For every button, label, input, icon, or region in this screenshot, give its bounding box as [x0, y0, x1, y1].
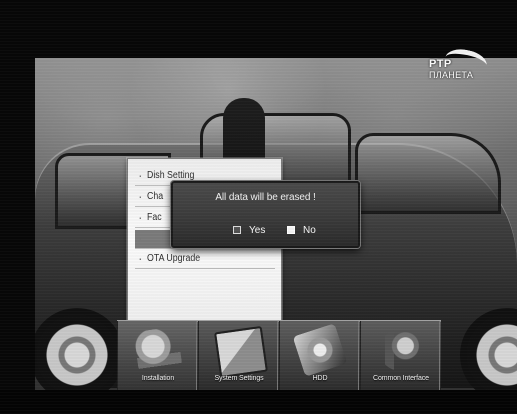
menu-item-label: OTA Upgrade	[147, 253, 201, 264]
channel-logo: РТР ПЛАНЕТА	[427, 45, 493, 92]
main-menu-label: Common Interface	[373, 375, 429, 382]
car-window	[355, 133, 501, 214]
channel-logo-line-2: ПЛАНЕТА	[429, 70, 474, 80]
hdd-icon	[292, 323, 348, 377]
bottom-black-bar	[0, 390, 517, 414]
main-menu-hdd[interactable]: HDD	[279, 321, 359, 393]
tv-screen: РТР ПЛАНЕТА Dish Setting Cha Fac OTA Upg…	[0, 0, 517, 414]
menu-item-label: Cha	[147, 191, 164, 202]
system-settings-icon	[214, 325, 268, 379]
no-option-label: No	[303, 224, 316, 236]
main-menu-bar: Installation System Settings HDD Common …	[117, 320, 441, 393]
installation-icon	[133, 326, 183, 374]
menu-item-label: Fac	[147, 212, 162, 223]
menu-item-ota-upgrade[interactable]: OTA Upgrade	[135, 250, 275, 269]
main-menu-label: Installation	[141, 375, 175, 382]
confirmation-dialog: All data will be erased ! Yes No	[171, 181, 360, 248]
main-menu-label: System Settings	[214, 375, 264, 382]
main-menu-common-interface[interactable]: Common Interface	[360, 321, 440, 393]
checked-radio-icon	[287, 226, 295, 234]
common-interface-icon	[379, 329, 423, 371]
unchecked-radio-icon	[233, 226, 241, 234]
main-menu-system-settings[interactable]: System Settings	[198, 321, 278, 393]
channel-logo-line-1: РТР	[429, 58, 452, 70]
yes-option-label: Yes	[249, 224, 266, 236]
main-menu-installation[interactable]: Installation	[117, 321, 197, 393]
dialog-message: All data will be erased !	[215, 192, 316, 203]
main-menu-label: HDD	[312, 375, 328, 382]
yes-option[interactable]: Yes	[233, 222, 265, 238]
no-option[interactable]: No	[287, 222, 316, 238]
